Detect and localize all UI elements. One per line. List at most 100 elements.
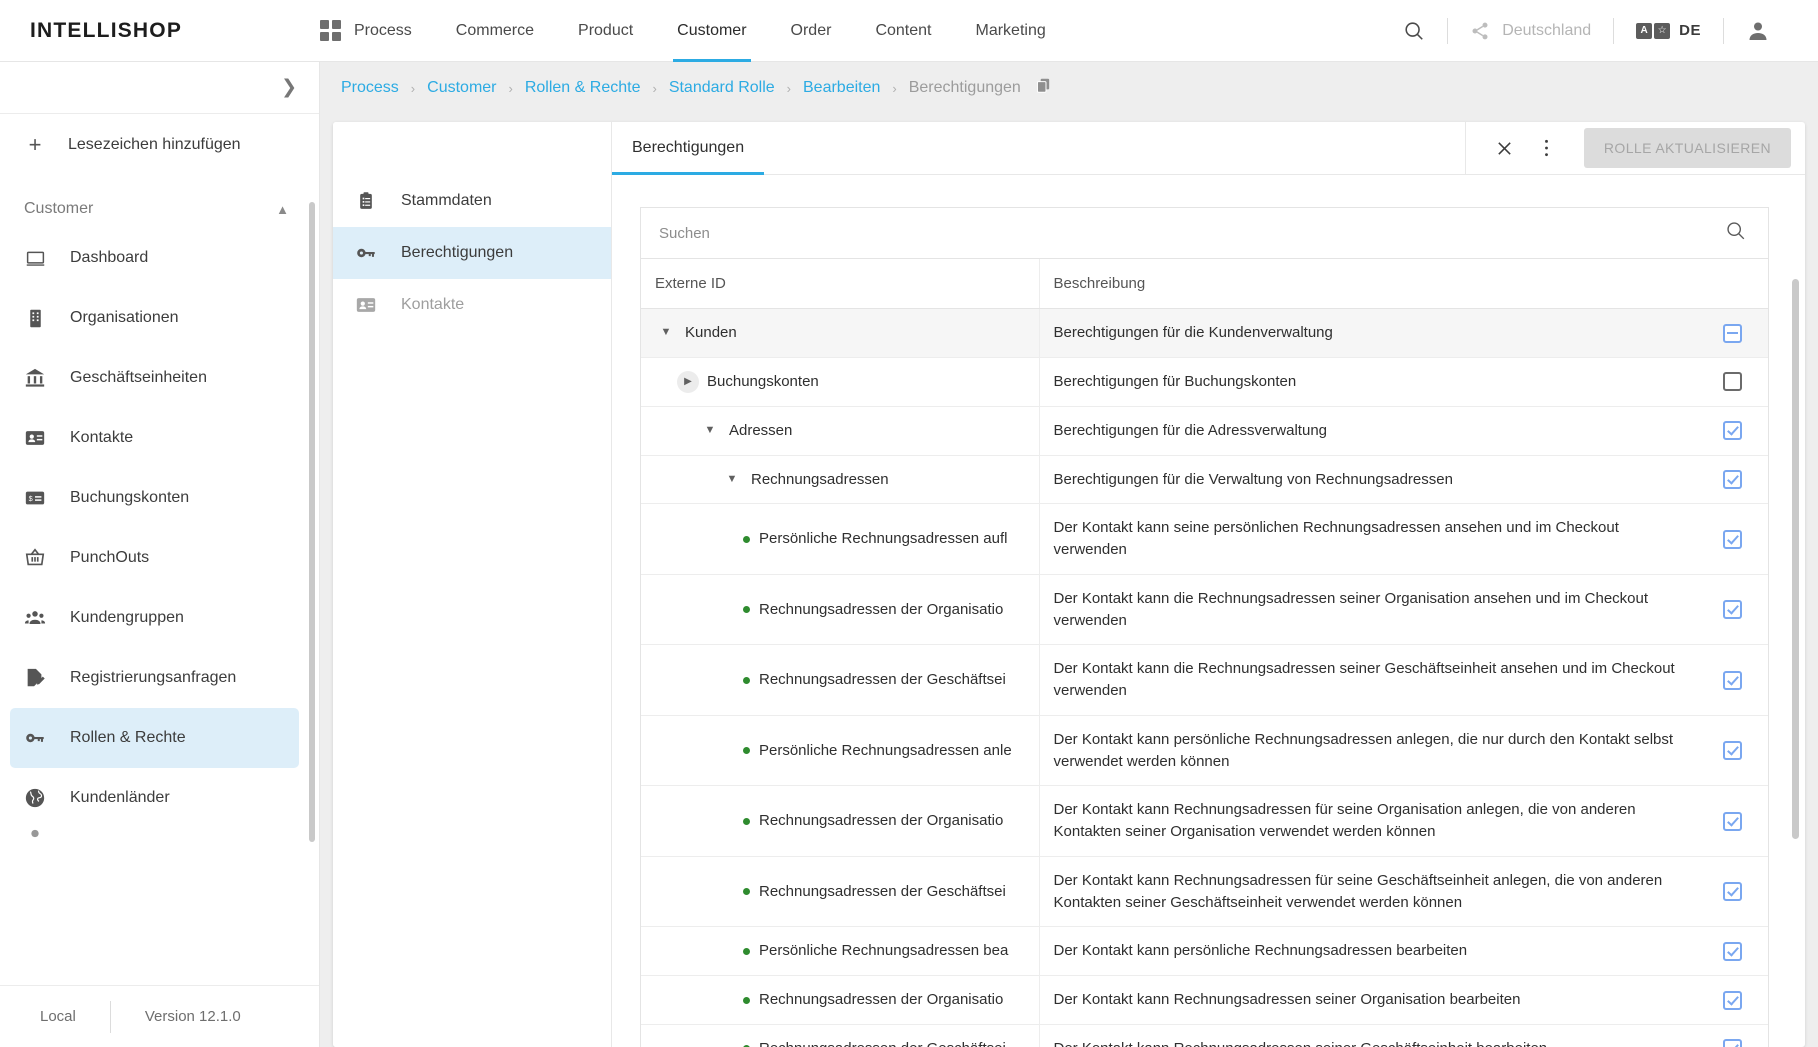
- status-dot-icon: [743, 948, 750, 955]
- nav-item-commerce[interactable]: Commerce: [434, 0, 556, 62]
- key-icon: [355, 242, 377, 264]
- sidebar-item-kontakte[interactable]: Kontakte: [10, 408, 299, 468]
- breadcrumb-item-bearbeiten[interactable]: Bearbeiten: [803, 79, 880, 97]
- sidebar-item-punchouts[interactable]: PunchOuts: [10, 528, 299, 588]
- basket-icon: [24, 547, 46, 569]
- breadcrumb-item-standard-rolle[interactable]: Standard Rolle: [669, 79, 775, 97]
- permission-checkbox-cell: [1696, 927, 1768, 976]
- permission-checkbox[interactable]: [1723, 324, 1742, 343]
- user-menu-button[interactable]: [1724, 16, 1792, 46]
- permission-id-cell: Persönliche Rechnungsadressen anle: [641, 715, 1039, 786]
- table-row[interactable]: ▼AdressenBerechtigungen für die Adressve…: [641, 406, 1768, 455]
- sidebar-item-geschaeftseinheiten[interactable]: Geschäftseinheiten: [10, 348, 299, 408]
- permission-checkbox[interactable]: [1723, 991, 1742, 1010]
- sidebar-collapse-button[interactable]: ❯: [0, 62, 319, 114]
- sidebar-group-customer[interactable]: Customer ▲: [0, 190, 319, 228]
- nav-item-order[interactable]: Order: [769, 0, 854, 62]
- sidebar-item-buchungskonten[interactable]: $ Buchungskonten: [10, 468, 299, 528]
- chevron-down-icon[interactable]: ▼: [655, 325, 677, 341]
- subnav-item-stammdaten[interactable]: Stammdaten: [333, 175, 611, 227]
- permission-description-cell: Der Kontakt kann Rechnungsadressen seine…: [1039, 1024, 1696, 1047]
- close-icon: [1496, 140, 1513, 157]
- nav-item-marketing[interactable]: Marketing: [953, 0, 1067, 62]
- breadcrumb-item-rollen-rechte[interactable]: Rollen & Rechte: [525, 79, 641, 97]
- permission-checkbox[interactable]: [1723, 671, 1742, 690]
- update-role-button[interactable]: ROLLE AKTUALISIEREN: [1584, 128, 1791, 168]
- sidebar-item-dashboard[interactable]: Dashboard: [10, 228, 299, 288]
- copy-icon[interactable]: [1035, 77, 1052, 99]
- signup-request-icon: [24, 667, 46, 689]
- column-header-externe-id[interactable]: Externe ID: [641, 259, 1039, 309]
- breadcrumb-separator: ›: [399, 81, 427, 96]
- nav-item-process[interactable]: Process: [320, 0, 434, 62]
- table-row[interactable]: ▶BuchungskontenBerechtigungen für Buchun…: [641, 357, 1768, 406]
- table-row[interactable]: Persönliche Rechnungsadressen anleDer Ko…: [641, 715, 1768, 786]
- sidebar-item-kundenlaender[interactable]: Kundenländer: [10, 768, 299, 828]
- language-selector[interactable]: A ☆ DE: [1614, 16, 1723, 46]
- permission-checkbox[interactable]: [1723, 942, 1742, 961]
- table-scrollbar[interactable]: [1792, 279, 1799, 839]
- permission-id-cell: Rechnungsadressen der Geschäftsei: [641, 645, 1039, 716]
- search-input[interactable]: [657, 224, 1725, 243]
- building-icon: [24, 307, 46, 329]
- table-row[interactable]: Rechnungsadressen der OrganisatioDer Kon…: [641, 976, 1768, 1025]
- nav-item-product[interactable]: Product: [556, 0, 655, 62]
- sidebar-item-partial[interactable]: [0, 828, 319, 858]
- country-selector[interactable]: Deutschland: [1448, 16, 1613, 46]
- search-button[interactable]: [1725, 220, 1746, 246]
- sidebar-item-registrierungsanfragen[interactable]: Registrierungsanfragen: [10, 648, 299, 708]
- table-header-row: Externe ID Beschreibung: [641, 259, 1768, 309]
- tab-berechtigungen[interactable]: Berechtigungen: [612, 122, 764, 174]
- sidebar-item-rollen-rechte[interactable]: Rollen & Rechte: [10, 708, 299, 768]
- permission-checkbox[interactable]: [1723, 812, 1742, 831]
- close-button[interactable]: [1488, 131, 1522, 165]
- translate-icon: A ☆: [1636, 23, 1670, 39]
- table-row[interactable]: Rechnungsadressen der OrganisatioDer Kon…: [641, 786, 1768, 857]
- permissions-table-wrapper: Externe ID Beschreibung ▼KundenBerechtig…: [612, 175, 1805, 1047]
- table-row[interactable]: Rechnungsadressen der OrganisatioDer Kon…: [641, 574, 1768, 645]
- permission-checkbox-cell: [1696, 856, 1768, 927]
- subnav-item-kontakte[interactable]: Kontakte: [333, 279, 611, 331]
- nav-item-customer[interactable]: Customer: [655, 0, 768, 62]
- permission-checkbox[interactable]: [1723, 600, 1742, 619]
- permission-id-label: Persönliche Rechnungsadressen bea: [759, 942, 1008, 959]
- column-header-beschreibung[interactable]: Beschreibung: [1039, 259, 1696, 309]
- table-row[interactable]: ▼KundenBerechtigungen für die Kundenverw…: [641, 309, 1768, 358]
- sidebar-item-kundengruppen[interactable]: Kundengruppen: [10, 588, 299, 648]
- permission-checkbox[interactable]: [1723, 421, 1742, 440]
- table-row[interactable]: ▼RechnungsadressenBerechtigungen für die…: [641, 455, 1768, 504]
- breadcrumb-item-process[interactable]: Process: [341, 79, 399, 97]
- chevron-down-icon[interactable]: ▼: [721, 472, 743, 488]
- nav-item-content[interactable]: Content: [853, 0, 953, 62]
- status-dot-icon: [743, 888, 750, 895]
- app-logo[interactable]: INTELLISHOP: [0, 19, 320, 43]
- more-options-button[interactable]: [1530, 131, 1564, 165]
- table-row[interactable]: Persönliche Rechnungsadressen auflDer Ko…: [641, 504, 1768, 575]
- permission-id-label: Rechnungsadressen der Geschäftsei: [759, 671, 1006, 688]
- global-search-button[interactable]: [1381, 16, 1447, 46]
- permission-id-cell: Rechnungsadressen der Organisatio: [641, 786, 1039, 857]
- permission-checkbox[interactable]: [1723, 1039, 1742, 1047]
- column-header-checkbox: [1696, 259, 1768, 309]
- table-row[interactable]: Rechnungsadressen der GeschäftseiDer Kon…: [641, 1024, 1768, 1047]
- permission-checkbox[interactable]: [1723, 882, 1742, 901]
- breadcrumb-item-customer[interactable]: Customer: [427, 79, 496, 97]
- table-row[interactable]: Rechnungsadressen der GeschäftseiDer Kon…: [641, 856, 1768, 927]
- chevron-down-icon[interactable]: ▼: [699, 423, 721, 439]
- sidebar-item-label: Geschäftseinheiten: [70, 369, 207, 387]
- sidebar-item-organisationen[interactable]: Organisationen: [10, 288, 299, 348]
- permission-checkbox[interactable]: [1723, 470, 1742, 489]
- permission-checkbox-cell: [1696, 406, 1768, 455]
- permission-id-cell: ▼Kunden: [641, 309, 1039, 358]
- permission-checkbox[interactable]: [1723, 530, 1742, 549]
- chevron-right-icon[interactable]: ▶: [677, 371, 699, 393]
- permission-checkbox[interactable]: [1723, 741, 1742, 760]
- permission-checkbox[interactable]: [1723, 372, 1742, 391]
- subnav-item-berechtigungen[interactable]: Berechtigungen: [333, 227, 611, 279]
- sidebar-scrollbar[interactable]: [309, 202, 315, 842]
- table-row[interactable]: Persönliche Rechnungsadressen beaDer Kon…: [641, 927, 1768, 976]
- permission-id-label: Persönliche Rechnungsadressen anle: [759, 742, 1012, 759]
- add-bookmark-button[interactable]: + Lesezeichen hinzufügen: [0, 114, 319, 176]
- table-row[interactable]: Rechnungsadressen der GeschäftseiDer Kon…: [641, 645, 1768, 716]
- permission-checkbox-cell: [1696, 645, 1768, 716]
